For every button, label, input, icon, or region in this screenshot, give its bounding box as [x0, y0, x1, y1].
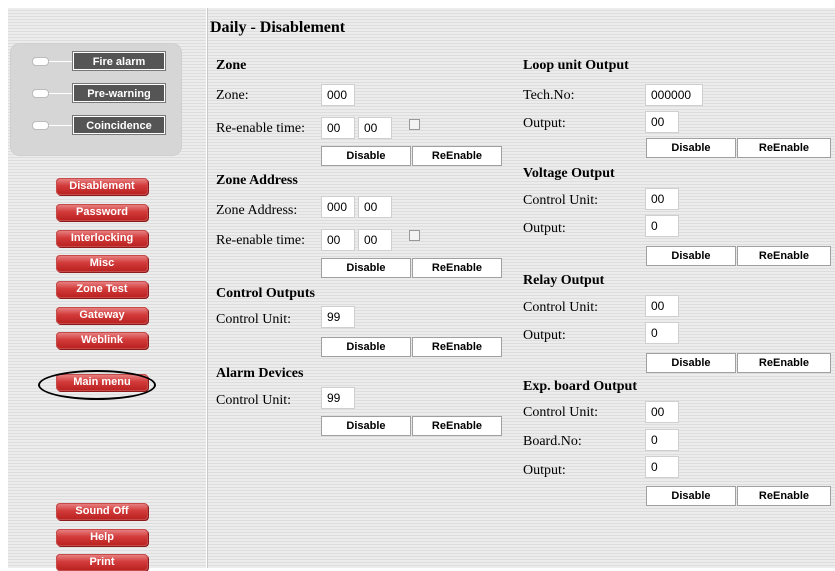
main-panel: Daily - Disablement Zone Zone: Re-enable… — [207, 8, 835, 568]
alarm-devices-reenable-button[interactable]: ReEnable — [412, 416, 502, 436]
zone-address-disable-button[interactable]: Disable — [321, 258, 411, 278]
zone-address-reenable-checkbox[interactable] — [409, 230, 420, 241]
zone-reenable-button[interactable]: ReEnable — [412, 146, 502, 166]
voltage-output-reenable-button[interactable]: ReEnable — [737, 246, 831, 266]
relay-output-cu-input[interactable] — [645, 295, 679, 317]
control-outputs-cu-label: Control Unit: — [216, 312, 292, 327]
misc-button[interactable]: Misc — [56, 255, 148, 272]
help-button[interactable]: Help — [56, 529, 148, 546]
zone-address-zone-input[interactable] — [321, 196, 355, 218]
exp-board-board-input[interactable] — [645, 429, 679, 451]
loop-unit-output-input[interactable] — [645, 111, 679, 133]
voltage-output-output-input[interactable] — [645, 215, 679, 237]
exp-board-disable-button[interactable]: Disable — [646, 486, 736, 506]
coincidence-led — [32, 121, 49, 130]
fire-alarm-led — [32, 57, 49, 66]
voltage-output-disable-button[interactable]: Disable — [646, 246, 736, 266]
zone-input[interactable] — [321, 84, 355, 106]
voltage-output-cu-label: Control Unit: — [523, 193, 599, 208]
loop-unit-output-section-title: Loop unit Output — [523, 58, 629, 73]
exp-board-board-label: Board.No: — [523, 434, 582, 449]
zone-disable-button[interactable]: Disable — [321, 146, 411, 166]
exp-board-cu-input[interactable] — [645, 401, 679, 423]
voltage-output-cu-input[interactable] — [645, 188, 679, 210]
control-outputs-cu-input[interactable] — [321, 306, 355, 328]
loop-unit-reenable-button[interactable]: ReEnable — [737, 138, 831, 158]
loop-unit-tech-input[interactable] — [645, 84, 703, 106]
loop-unit-disable-button[interactable]: Disable — [646, 138, 736, 158]
control-outputs-section-title: Control Outputs — [216, 286, 315, 301]
zone-reenable-label: Re-enable time: — [216, 121, 306, 136]
zone-reenable-hour-input[interactable] — [321, 117, 355, 139]
relay-output-section-title: Relay Output — [523, 273, 605, 288]
exp-board-reenable-button[interactable]: ReEnable — [737, 486, 831, 506]
relay-output-output-input[interactable] — [645, 322, 679, 344]
zone-address-reenable-minute-input[interactable] — [358, 229, 392, 251]
relay-output-cu-label: Control Unit: — [523, 300, 599, 315]
interlocking-button[interactable]: Interlocking — [56, 230, 148, 247]
control-outputs-reenable-button[interactable]: ReEnable — [412, 337, 502, 357]
fire-alarm-button[interactable]: Fire alarm — [73, 52, 165, 70]
zone-address-address-input[interactable] — [358, 196, 392, 218]
alarm-devices-disable-button[interactable]: Disable — [321, 416, 411, 436]
zone-label: Zone: — [216, 88, 249, 103]
exp-board-output-label: Output: — [523, 463, 566, 478]
alarm-devices-cu-input[interactable] — [321, 387, 355, 409]
zone-reenable-minute-input[interactable] — [358, 117, 392, 139]
zone-reenable-checkbox[interactable] — [409, 119, 420, 130]
alarm-devices-cu-label: Control Unit: — [216, 393, 292, 408]
zone-address-section-title: Zone Address — [216, 173, 298, 188]
disablement-button[interactable]: Disablement — [56, 178, 148, 195]
pre-warning-led — [32, 89, 49, 98]
page-title: Daily - Disablement — [210, 19, 346, 36]
sound-off-button[interactable]: Sound Off — [56, 503, 148, 520]
alarm-devices-section-title: Alarm Devices — [216, 366, 304, 381]
zone-address-reenable-label: Re-enable time: — [216, 233, 306, 248]
relay-output-output-label: Output: — [523, 328, 566, 343]
weblink-button[interactable]: Weblink — [56, 332, 148, 349]
coincidence-button[interactable]: Coincidence — [73, 116, 165, 134]
connector-line — [49, 125, 75, 126]
relay-output-reenable-button[interactable]: ReEnable — [737, 353, 831, 373]
zone-test-button[interactable]: Zone Test — [56, 281, 148, 298]
indicator-panel: Fire alarm Pre-warning Coincidence — [10, 43, 182, 156]
gateway-button[interactable]: Gateway — [56, 307, 148, 324]
sidebar: Fire alarm Pre-warning Coincidence Disab… — [8, 8, 206, 571]
loop-unit-tech-label: Tech.No: — [523, 88, 575, 103]
control-outputs-disable-button[interactable]: Disable — [321, 337, 411, 357]
loop-unit-output-label: Output: — [523, 116, 566, 131]
connector-line — [49, 61, 75, 62]
zone-address-label: Zone Address: — [216, 203, 298, 218]
pre-warning-button[interactable]: Pre-warning — [73, 84, 165, 102]
exp-board-output-input[interactable] — [645, 456, 679, 478]
password-button[interactable]: Password — [56, 204, 148, 221]
print-button[interactable]: Print — [56, 554, 148, 571]
zone-address-reenable-hour-input[interactable] — [321, 229, 355, 251]
connector-line — [49, 93, 75, 94]
relay-output-disable-button[interactable]: Disable — [646, 353, 736, 373]
zone-section-title: Zone — [216, 58, 247, 73]
zone-address-reenable-button[interactable]: ReEnable — [412, 258, 502, 278]
exp-board-output-section-title: Exp. board Output — [523, 379, 637, 394]
main-menu-highlight-ring — [38, 370, 156, 400]
exp-board-cu-label: Control Unit: — [523, 405, 599, 420]
voltage-output-section-title: Voltage Output — [523, 166, 615, 181]
voltage-output-output-label: Output: — [523, 221, 566, 236]
